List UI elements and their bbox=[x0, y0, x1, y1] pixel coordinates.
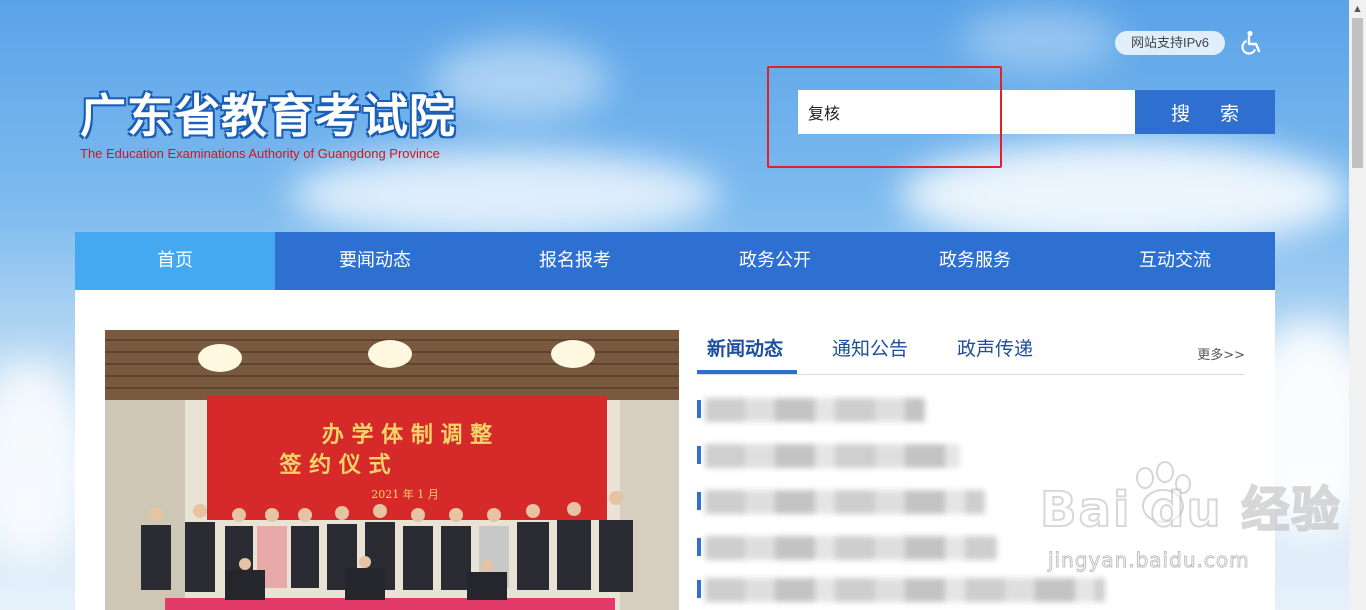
nav-item-interaction[interactable]: 互动交流 bbox=[1075, 232, 1275, 290]
banner-line2: 签 约 仪 式 bbox=[279, 452, 391, 478]
bullet-icon bbox=[697, 580, 701, 598]
nav-item-government-services[interactable]: 政务服务 bbox=[875, 232, 1075, 290]
active-tab-indicator bbox=[697, 370, 797, 374]
ipv6-badge[interactable]: 网站支持IPv6 bbox=[1115, 31, 1225, 55]
baidu-watermark: Bai du 经验 bbox=[1039, 470, 1342, 540]
list-item[interactable] bbox=[697, 536, 1007, 560]
blurred-headline bbox=[705, 398, 925, 422]
nav-item-registration[interactable]: 报名报考 bbox=[475, 232, 675, 290]
watermark-brand: Bai du 经验 bbox=[1039, 481, 1342, 539]
site-logo-subtitle: The Education Examinations Authority of … bbox=[80, 146, 440, 161]
banner-line1: 办 学 体 制 调 整 bbox=[322, 422, 492, 448]
news-photo[interactable]: 办 学 体 制 调 整 签 约 仪 式 2021 年 1 月 bbox=[105, 330, 679, 610]
watermark-url: jingyan.baidu.com bbox=[1048, 548, 1250, 573]
cloud bbox=[290, 150, 720, 240]
tab-news[interactable]: 新闻动态 bbox=[707, 334, 783, 361]
scroll-thumb[interactable] bbox=[1352, 18, 1363, 168]
page-scrollbar[interactable]: ▲ bbox=[1349, 0, 1366, 610]
bullet-icon bbox=[697, 492, 701, 510]
nav-item-government-affairs[interactable]: 政务公开 bbox=[675, 232, 875, 290]
list-item[interactable] bbox=[697, 490, 997, 514]
banner-date: 2021 年 1 月 bbox=[371, 487, 438, 501]
main-nav: 首页 要闻动态 报名报考 政务公开 政务服务 互动交流 bbox=[75, 232, 1275, 290]
list-item[interactable] bbox=[697, 398, 937, 422]
search-button[interactable]: 搜 索 bbox=[1135, 90, 1275, 134]
list-item[interactable] bbox=[697, 578, 1117, 602]
bullet-icon bbox=[697, 538, 701, 556]
news-tabs: 新闻动态 通知公告 政声传递 更多>> bbox=[697, 330, 1245, 375]
scroll-up-icon[interactable]: ▲ bbox=[1349, 0, 1366, 17]
more-link[interactable]: 更多>> bbox=[1197, 344, 1245, 363]
list-item[interactable] bbox=[697, 444, 967, 468]
blurred-headline bbox=[705, 536, 997, 560]
blurred-headline bbox=[705, 578, 1105, 602]
annotation-highlight-box bbox=[767, 66, 1002, 168]
wheelchair-icon[interactable] bbox=[1240, 30, 1264, 56]
blurred-headline bbox=[705, 444, 960, 468]
bullet-icon bbox=[697, 400, 701, 418]
site-logo-title[interactable]: 广东省教育考试院 bbox=[80, 80, 456, 146]
tab-notices[interactable]: 通知公告 bbox=[832, 334, 908, 361]
tab-policy[interactable]: 政声传递 bbox=[957, 334, 1033, 361]
blurred-headline bbox=[705, 490, 985, 514]
cloud bbox=[430, 40, 610, 120]
cloud bbox=[960, 10, 1120, 70]
nav-item-news[interactable]: 要闻动态 bbox=[275, 232, 475, 290]
nav-item-home[interactable]: 首页 bbox=[75, 232, 275, 290]
bullet-icon bbox=[697, 446, 701, 464]
